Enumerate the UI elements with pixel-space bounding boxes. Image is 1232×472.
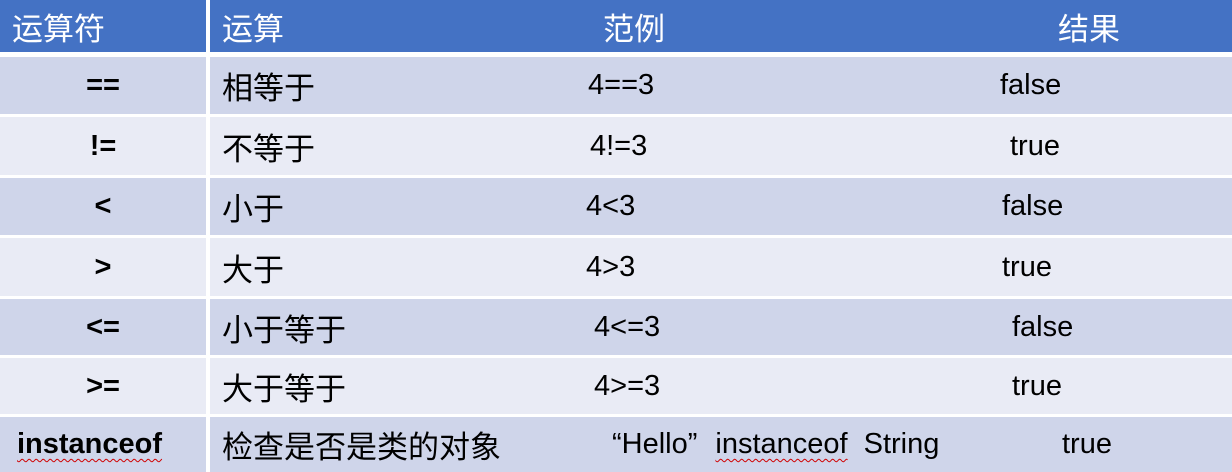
operator-cell: > xyxy=(94,250,112,283)
operation-cell: 相等于 xyxy=(222,71,315,106)
result-cell: false xyxy=(1002,190,1064,222)
table-row: >= 大于等于 4>=3 true xyxy=(0,358,1232,414)
header-result: 结果 xyxy=(1058,11,1120,47)
operator-cell: == xyxy=(86,69,120,101)
table-row: < 小于 4<3 false xyxy=(0,178,1232,235)
header-example: 范例 xyxy=(603,11,665,47)
table-row: <= 小于等于 4<=3 false xyxy=(0,299,1232,355)
operation-cell: 检查是否是类的对象 xyxy=(222,430,501,465)
operation-cell: 不等于 xyxy=(222,131,315,167)
example-keyword: instanceof xyxy=(715,428,848,460)
table-row: == 相等于 4==3 false xyxy=(0,57,1232,114)
operator-cell: != xyxy=(89,129,117,162)
header-operator: 运算符 xyxy=(12,11,105,47)
example-cell: 4>=3 xyxy=(594,369,661,402)
table-header-row: 运算符 运算 范例 结果 xyxy=(0,0,1232,52)
result-cell: true xyxy=(1002,250,1052,283)
operator-cell: < xyxy=(94,190,112,222)
operator-table: 运算符 运算 范例 结果 == 相等于 4==3 false != 不等于 4!… xyxy=(0,0,1232,472)
operator-cell: instanceof xyxy=(17,428,163,460)
operation-cell: 大于等于 xyxy=(222,371,346,407)
example-cell: “Hello” instanceof String xyxy=(612,417,939,472)
operation-cell: 小于等于 xyxy=(222,312,346,348)
header-operation: 运算 xyxy=(222,11,284,47)
example-cell: 4==3 xyxy=(588,69,655,101)
example-string-literal: “Hello” xyxy=(612,428,698,460)
table-row: != 不等于 4!=3 true xyxy=(0,117,1232,175)
result-cell: false xyxy=(1000,69,1062,101)
operator-cell: <= xyxy=(86,310,120,343)
result-cell: false xyxy=(1012,310,1074,343)
table-row: instanceof 检查是否是类的对象 “Hello” instanceof … xyxy=(0,417,1232,472)
example-cell: 4<=3 xyxy=(594,310,661,343)
example-type: String xyxy=(863,428,940,460)
example-cell: 4<3 xyxy=(586,190,636,222)
example-cell: 4!=3 xyxy=(590,129,648,162)
operator-cell-wrap: instanceof xyxy=(0,417,223,472)
table-row: > 大于 4>3 true xyxy=(0,238,1232,296)
result-cell: true xyxy=(1012,369,1062,402)
operation-cell: 小于 xyxy=(222,192,284,227)
column-divider xyxy=(206,0,210,472)
result-cell: true xyxy=(1010,129,1060,162)
operator-cell: >= xyxy=(86,369,120,402)
example-cell: 4>3 xyxy=(586,250,636,283)
operation-cell: 大于 xyxy=(222,252,284,288)
result-cell: true xyxy=(1062,428,1112,460)
